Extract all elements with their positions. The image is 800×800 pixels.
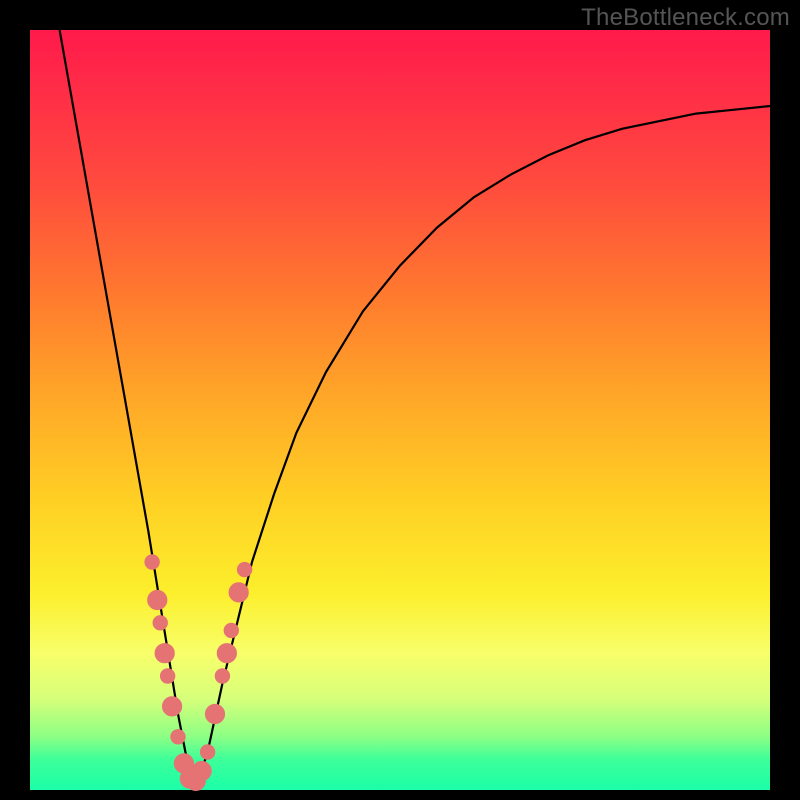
marker-dot	[148, 590, 167, 609]
marker-dot	[145, 555, 159, 569]
marker-dot	[217, 644, 236, 663]
marker-dot	[171, 730, 185, 744]
marker-dot	[224, 623, 238, 637]
marker-dot	[205, 704, 224, 723]
marker-dot	[237, 562, 251, 576]
chart-frame: TheBottleneck.com	[0, 0, 800, 800]
marker-dot	[160, 669, 174, 683]
marker-dot	[162, 697, 181, 716]
marker-dot	[153, 616, 167, 630]
marker-dot	[229, 583, 248, 602]
marker-dot	[155, 644, 174, 663]
marker-dot	[200, 745, 214, 759]
watermark-text: TheBottleneck.com	[581, 4, 790, 32]
chart-svg	[30, 30, 770, 790]
plot-area	[30, 30, 770, 790]
marker-dot	[192, 761, 211, 780]
marker-dot	[215, 669, 229, 683]
marker-group	[145, 555, 252, 791]
